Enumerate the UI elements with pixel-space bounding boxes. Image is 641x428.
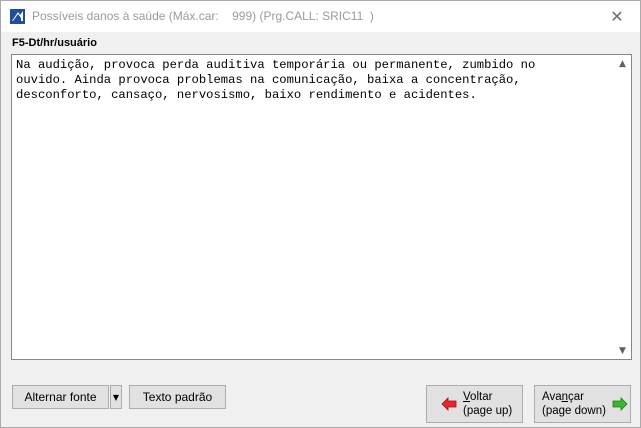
alternate-font-button[interactable]: Alternar fonte bbox=[12, 385, 109, 409]
window-title: Possíveis danos à saúde (Máx.car: 999) (… bbox=[32, 9, 374, 23]
text-area-content[interactable]: Na audição, provoca perda auditiva tempo… bbox=[16, 58, 606, 103]
dialog-window: Possíveis danos à saúde (Máx.car: 999) (… bbox=[0, 0, 641, 428]
back-mnemonic: V bbox=[463, 391, 471, 403]
arrow-right-icon bbox=[612, 397, 628, 411]
title-bar: Possíveis danos à saúde (Máx.car: 999) (… bbox=[1, 1, 640, 32]
vertical-scrollbar[interactable]: ▲ ▼ bbox=[614, 55, 631, 359]
next-button[interactable]: Avançar (page down) bbox=[534, 385, 631, 423]
field-label: F5-Dt/hr/usuário bbox=[12, 37, 97, 49]
back-shortcut: (page up) bbox=[463, 405, 513, 417]
back-button[interactable]: Voltar (page up) bbox=[426, 385, 523, 423]
back-button-label: Voltar (page up) bbox=[463, 390, 512, 418]
font-dropdown-button[interactable]: ▼ bbox=[110, 385, 122, 409]
scroll-up-icon[interactable]: ▲ bbox=[614, 55, 631, 72]
next-label-pre: Ava bbox=[542, 391, 562, 403]
next-button-label: Avançar (page down) bbox=[542, 390, 606, 418]
scroll-down-icon[interactable]: ▼ bbox=[614, 342, 631, 359]
default-text-button[interactable]: Texto padrão bbox=[129, 385, 226, 409]
next-label-rest: çar bbox=[568, 391, 584, 403]
arrow-left-icon bbox=[441, 397, 457, 411]
app-logo-icon bbox=[10, 9, 25, 24]
back-label-rest: oltar bbox=[470, 391, 493, 403]
next-shortcut: (page down) bbox=[542, 405, 606, 417]
text-area[interactable]: Na audição, provoca perda auditiva tempo… bbox=[11, 54, 632, 360]
close-icon[interactable]: ✕ bbox=[594, 1, 640, 32]
